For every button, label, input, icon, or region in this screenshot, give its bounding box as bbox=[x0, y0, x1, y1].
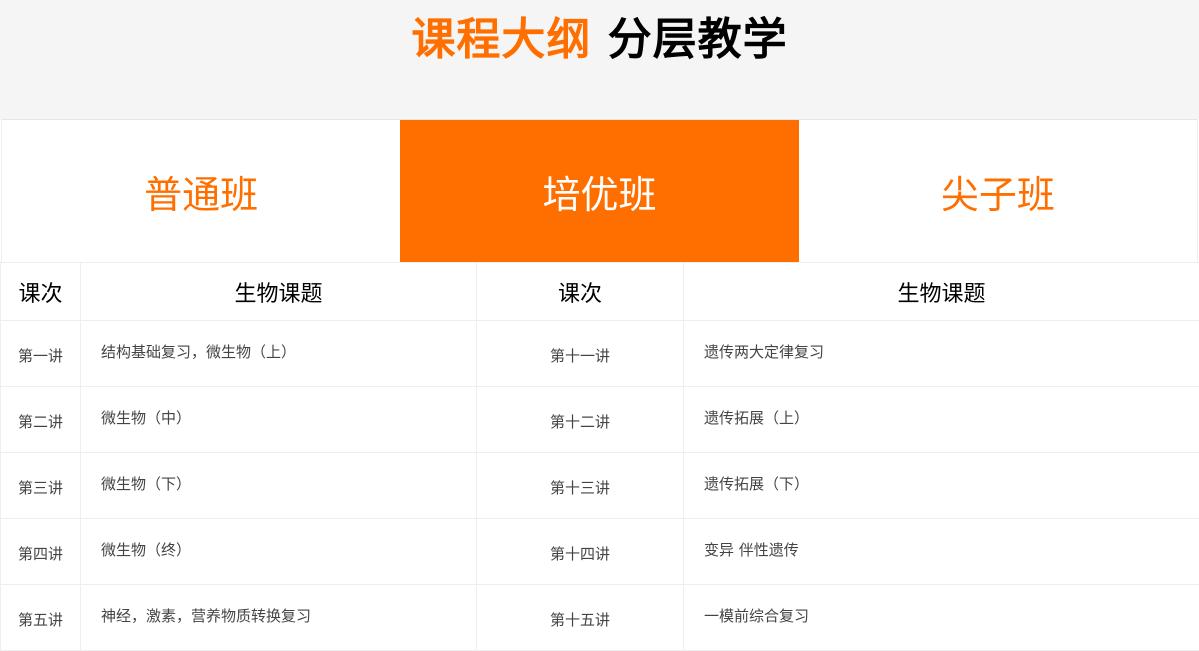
topic-cell: 神经，激素，营养物质转换复习 bbox=[80, 584, 477, 651]
column-header-topic: 生物课题 bbox=[683, 262, 1199, 321]
lesson-cell: 第十四讲 bbox=[476, 518, 684, 585]
header-section: 课程大纲 分层教学 bbox=[0, 0, 1199, 119]
column-header-lesson: 课次 bbox=[476, 262, 684, 321]
course-syllabus-page: 课程大纲 分层教学 普通班 培优班 尖子班 课次 生物课题 课次 生物课题 第一… bbox=[0, 0, 1199, 651]
class-level-tabs: 普通班 培优班 尖子班 bbox=[1, 119, 1198, 262]
topic-cell: 微生物（下） bbox=[80, 452, 477, 519]
column-header-topic: 生物课题 bbox=[80, 262, 477, 321]
topic-cell: 微生物（终） bbox=[80, 518, 477, 585]
tab-regular-class[interactable]: 普通班 bbox=[2, 120, 401, 262]
lesson-cell: 第一讲 bbox=[0, 320, 81, 387]
lesson-cell: 第十二讲 bbox=[476, 386, 684, 453]
title-rest: 分层教学 bbox=[607, 14, 788, 65]
title-accent: 课程大纲 bbox=[411, 14, 592, 65]
table-header-row: 课次 生物课题 课次 生物课题 bbox=[0, 262, 1199, 321]
topic-cell: 遗传拓展（上） bbox=[683, 386, 1199, 453]
topic-cell: 遗传拓展（下） bbox=[683, 452, 1199, 519]
topic-cell: 结构基础复习，微生物（上） bbox=[80, 320, 477, 387]
lesson-cell: 第四讲 bbox=[0, 518, 81, 585]
table-row: 第二讲 微生物（中） 第十二讲 遗传拓展（上） bbox=[0, 386, 1199, 453]
lesson-cell: 第十五讲 bbox=[476, 584, 684, 651]
topic-cell: 一模前综合复习 bbox=[683, 584, 1199, 651]
table-row: 第五讲 神经，激素，营养物质转换复习 第十五讲 一模前综合复习 bbox=[0, 584, 1199, 651]
tab-top-class[interactable]: 尖子班 bbox=[798, 120, 1197, 262]
table-row: 第四讲 微生物（终） 第十四讲 变异 伴性遗传 bbox=[0, 518, 1199, 585]
topic-cell: 遗传两大定律复习 bbox=[683, 320, 1199, 387]
syllabus-table: 课次 生物课题 课次 生物课题 第一讲 结构基础复习，微生物（上） 第十一讲 遗… bbox=[0, 262, 1199, 651]
tab-advanced-class[interactable]: 培优班 bbox=[400, 120, 799, 262]
table-row: 第三讲 微生物（下） 第十三讲 遗传拓展（下） bbox=[0, 452, 1199, 519]
page-title: 课程大纲 分层教学 bbox=[0, 10, 1199, 70]
lesson-cell: 第三讲 bbox=[0, 452, 81, 519]
lesson-cell: 第五讲 bbox=[0, 584, 81, 651]
lesson-cell: 第二讲 bbox=[0, 386, 81, 453]
lesson-cell: 第十三讲 bbox=[476, 452, 684, 519]
lesson-cell: 第十一讲 bbox=[476, 320, 684, 387]
topic-cell: 微生物（中） bbox=[80, 386, 477, 453]
column-header-lesson: 课次 bbox=[0, 262, 81, 321]
topic-cell: 变异 伴性遗传 bbox=[683, 518, 1199, 585]
table-row: 第一讲 结构基础复习，微生物（上） 第十一讲 遗传两大定律复习 bbox=[0, 320, 1199, 387]
